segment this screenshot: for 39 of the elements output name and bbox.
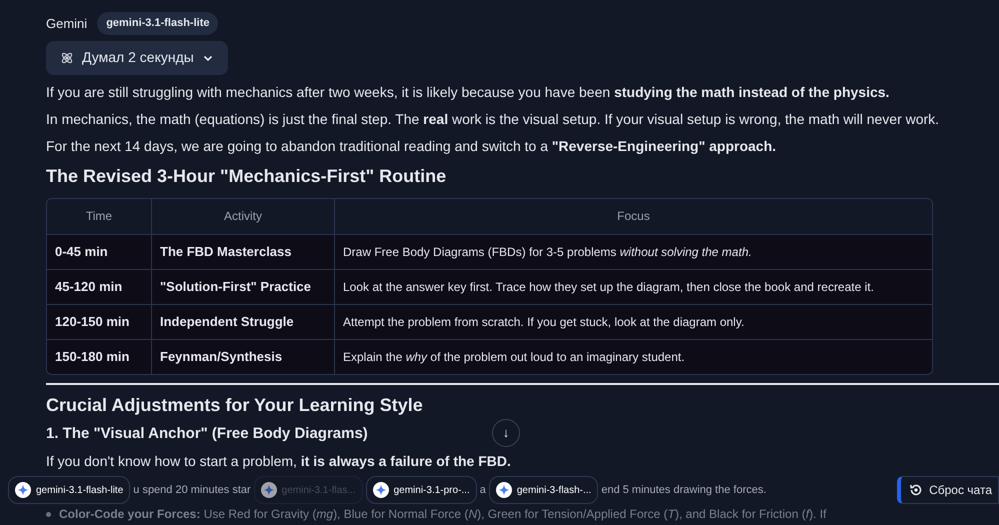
sparkle-icon <box>372 482 389 498</box>
table-cell-text: Look at the answer key first. Trace how they set up the diagram, then close the book and recreate it. <box>343 278 874 296</box>
model-chip[interactable]: gemini-3-flash-... <box>488 476 598 504</box>
table-cell-text: The FBD Masterclass <box>160 242 292 261</box>
subheading: 1. The "Visual Anchor" (Free Body Diagrams) <box>46 424 368 444</box>
sparkle-icon <box>260 482 277 498</box>
table-cell-text: 0-45 min <box>55 242 108 261</box>
table-cell-text: 150-180 min <box>55 348 130 366</box>
table-cell-text: Independent Struggle <box>160 312 294 331</box>
column-header: Time <box>84 208 114 225</box>
section-heading: Crucial Adjustments for Your Learning Style <box>46 394 423 416</box>
table-cell-text: 120-150 min <box>55 312 130 331</box>
bullet-icon <box>46 512 51 516</box>
text-fragment: a <box>480 482 486 498</box>
text-fragment: u spend 20 minutes star <box>133 482 251 498</box>
table-cell-text: Explain the why of the problem out loud to an imaginary student. <box>343 348 685 366</box>
table-cell-text: Feynman/Synthesis <box>160 348 282 366</box>
paragraph: In mechanics, the math (equations) is just the final step. The real work is the visual setup. If your visual setup is wrong, the math will never work. <box>46 110 940 128</box>
paragraph: If you are still struggling with mechanics after two weeks, it is likely because you have been studying the math instead of the physics. <box>46 82 890 102</box>
section-heading: The Revised 3-Hour "Mechanics-First" Routine <box>46 164 446 188</box>
reset-chat-button[interactable]: Сброс чата <box>897 476 999 504</box>
model-badge: gemini-3.1-flash-lite <box>97 12 218 34</box>
atom-icon <box>60 50 74 64</box>
bullet-text: Color-Code your Forces: Use Red for Gravity (mg), Blue for Normal Force (N), Green for Tension/Applied Force (T), and Black for Friction (f). If <box>59 506 826 522</box>
text-fragment: end 5 minutes drawing the forces. <box>601 482 766 498</box>
sparkle-icon <box>15 482 31 498</box>
model-chip[interactable]: gemini-3.1-pro-... <box>366 476 477 504</box>
table-cell-text: 45-120 min <box>55 278 122 296</box>
sparkle-icon <box>496 482 512 498</box>
reset-icon <box>909 483 924 497</box>
table-cell-text: Draw Free Body Diagrams (FBDs) for 3-5 problems without solving the math. <box>343 244 752 260</box>
assistant-name: Gemini <box>46 14 88 32</box>
model-chip[interactable]: gemini-3.1-flash-lite <box>8 476 130 504</box>
table-cell-text: "Solution-First" Practice <box>160 278 312 296</box>
scroll-down-button[interactable]: ↓ <box>492 419 520 447</box>
table-cell-text: Attempt the problem from scratch. If you get stuck, look at the diagram only. <box>343 314 744 330</box>
paragraph: If you don't know how to start a problem, it is always a failure of the FBD. <box>46 452 511 470</box>
paragraph: For the next 14 days, we are going to abandon traditional reading and switch to a "Reverse-Engineering" approach. <box>46 136 778 156</box>
thinking-toggle[interactable]: Думал 2 секунды <box>46 40 228 74</box>
